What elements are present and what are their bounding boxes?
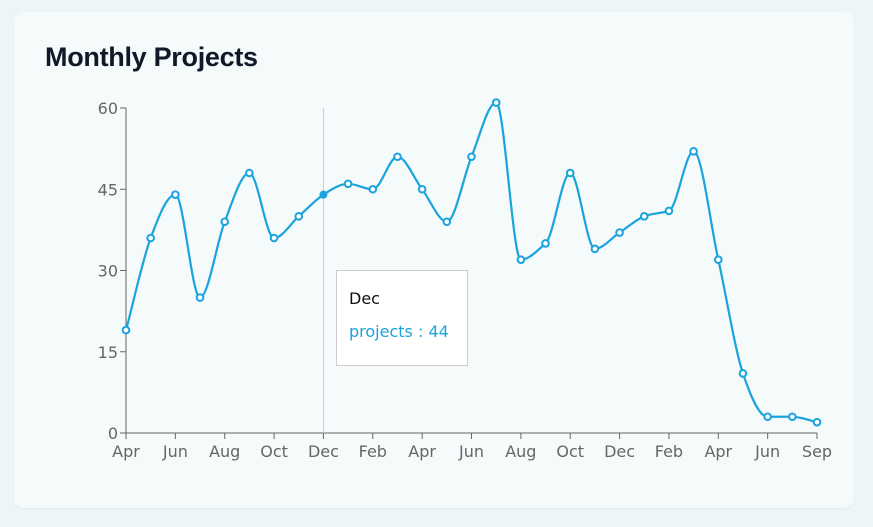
data-point [245, 168, 254, 178]
tooltip-series-value: 44 [428, 322, 449, 341]
x-tick-label: Apr [112, 442, 140, 461]
data-point-active [319, 190, 328, 199]
x-tick-label: Apr [408, 442, 436, 461]
y-tick-label: 30 [98, 262, 118, 281]
data-point [788, 412, 797, 422]
x-tick-label: Jun [162, 442, 188, 461]
data-point [442, 217, 452, 227]
x-tick-label: Oct [556, 442, 584, 461]
data-point [121, 325, 131, 335]
data-point [812, 417, 822, 427]
data-point [195, 293, 205, 302]
data-point [639, 212, 649, 221]
x-tick-label: Dec [604, 442, 635, 461]
x-tick-label: Apr [704, 442, 732, 461]
tooltip-separator: : [412, 322, 429, 341]
tooltip-label: Dec [349, 289, 380, 308]
tooltip-value: projects : 44 [349, 322, 455, 341]
y-tick-label: 15 [98, 343, 118, 362]
data-point [269, 233, 279, 243]
y-tick-label: 0 [108, 424, 118, 443]
data-point [417, 184, 427, 194]
data-point [738, 369, 748, 378]
data-point [368, 184, 378, 194]
data-point [146, 233, 155, 243]
y-tick-label: 60 [98, 99, 118, 118]
data-point [763, 412, 772, 422]
data-point [220, 217, 230, 227]
x-tick-label: Dec [308, 442, 339, 461]
data-point [393, 152, 402, 162]
data-point [689, 147, 698, 156]
data-point [590, 244, 600, 254]
series-line-projects [124, 101, 818, 424]
x-tick-label: Aug [505, 442, 536, 461]
data-point [713, 255, 723, 264]
data-point [615, 228, 624, 237]
x-tick-label: Feb [655, 442, 683, 461]
data-point [294, 212, 304, 221]
y-tick-label: 45 [98, 180, 118, 199]
x-tick-label: Aug [209, 442, 240, 461]
data-point [541, 239, 550, 248]
tooltip-series-name: projects [349, 322, 413, 341]
chart-tooltip: Dec projects : 44 [336, 270, 468, 366]
data-point [565, 168, 575, 178]
data-point [343, 179, 353, 189]
x-tick-label: Jun [458, 442, 484, 461]
data-point [467, 152, 476, 162]
x-tick-label: Feb [359, 442, 387, 461]
x-tick-label: Oct [260, 442, 288, 461]
data-point [664, 206, 674, 216]
line-chart[interactable]: 0 15 30 45 60 Apr Jun Aug Oct Dec Feb Apr Jun Aug Oct D… [0, 0, 873, 527]
x-tick-label: Sep [802, 442, 832, 461]
data-point [171, 190, 180, 199]
data-point [491, 98, 501, 107]
data-point [516, 255, 526, 264]
x-tick-label: Jun [754, 442, 780, 461]
